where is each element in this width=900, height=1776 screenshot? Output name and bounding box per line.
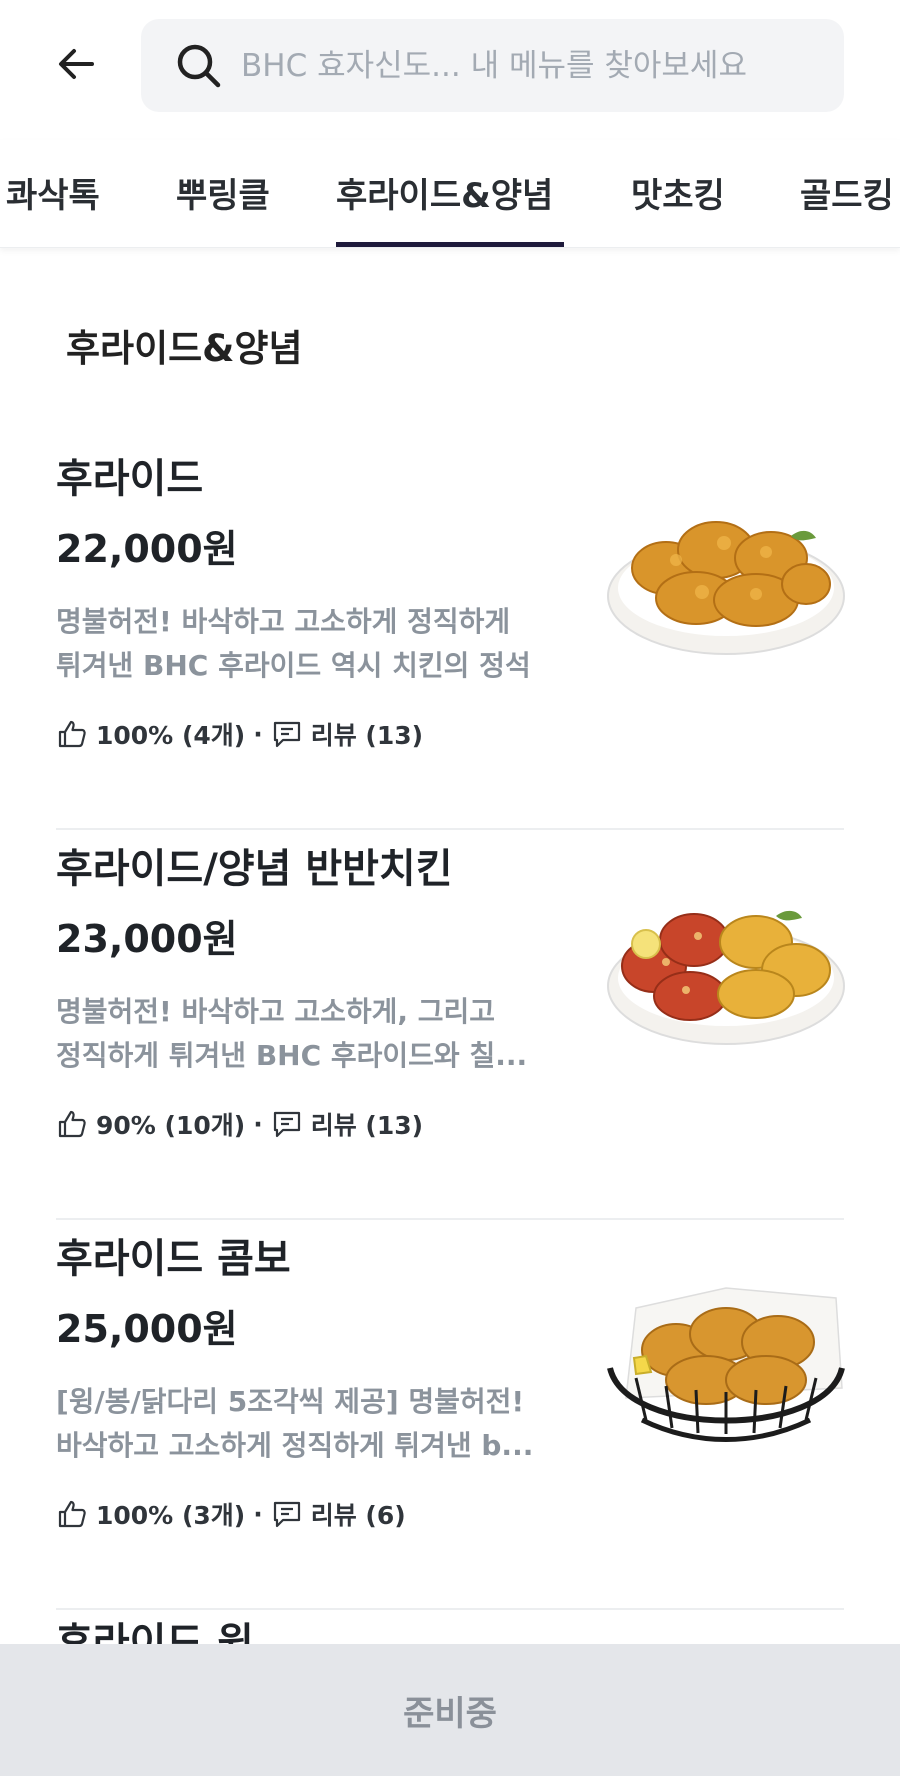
thumbs-up-icon <box>58 720 86 748</box>
review-count: 리뷰 (6) <box>310 1501 406 1530</box>
menu-item-stats: 100% (4개) · 리뷰 (13) <box>56 716 423 752</box>
tab-fried-yangnyeom[interactable]: 후라이드&양념 <box>336 140 564 247</box>
back-button[interactable] <box>44 32 108 96</box>
thumbs-up-icon <box>58 1110 86 1138</box>
section-title: 후라이드&양념 <box>66 327 303 370</box>
search-bar[interactable] <box>141 19 844 112</box>
search-input[interactable] <box>241 47 801 84</box>
order-status-bar[interactable]: 준비중 <box>0 1644 900 1776</box>
menu-item-name: 후라이드 콤보 <box>56 1236 291 1282</box>
chicken-basket-image <box>607 1287 845 1442</box>
comment-icon <box>273 1501 300 1528</box>
rating-text: 100% (3개) <box>96 1501 246 1530</box>
menu-item-price: 23,000원 <box>56 917 238 961</box>
category-tabs: 콰삭톡 뿌링클 후라이드&양념 맛초킹 골드킹 <box>0 140 900 248</box>
menu-item-description: 명불허전! 바삭하고 고소하게 정직하게 튀겨낸 BHC 후라이드 역시 치킨의… <box>56 605 531 682</box>
menu-item-stats: 100% (3개) · 리뷰 (6) <box>56 1496 406 1532</box>
review-count: 리뷰 (13) <box>310 721 424 750</box>
menu-item-description: 명불허전! 바삭하고 고소하게, 그리고 정직하게 튀겨낸 BHC 후라이드와 … <box>56 995 528 1072</box>
fried-chicken-image <box>607 521 845 655</box>
review-count: 리뷰 (13) <box>310 1111 424 1140</box>
tab-bburinkle[interactable]: 뿌링클 <box>176 140 270 247</box>
comment-icon <box>273 1111 300 1138</box>
thumbs-up-icon <box>58 1500 86 1528</box>
menu-item[interactable]: 후라이드 콤보 25,000원 [윙/봉/닭다리 5조각씩 제공] 명불허전! … <box>56 1220 845 1610</box>
rating-text: 100% (4개) <box>96 721 246 750</box>
search-icon <box>177 44 221 87</box>
half-half-chicken-image <box>607 910 845 1045</box>
arrow-left-icon <box>59 49 94 79</box>
order-status-label: 준비중 <box>403 1693 497 1734</box>
tab-matchoking[interactable]: 맛초킹 <box>631 140 725 247</box>
menu-item-name: 후라이드 <box>56 456 204 502</box>
tab-goldking[interactable]: 골드킹 <box>800 140 894 247</box>
menu-item-price: 25,000원 <box>56 1307 238 1351</box>
menu-item[interactable]: 후라이드/양념 반반치킨 23,000원 명불허전! 바삭하고 고소하게, 그리… <box>56 830 845 1220</box>
menu-item[interactable]: 후라이드 22,000원 명불허전! 바삭하고 고소하게 정직하게 튀겨낸 BH… <box>56 440 845 830</box>
menu-item-stats: 90% (10개) · 리뷰 (13) <box>56 1106 423 1142</box>
top-header <box>0 0 900 130</box>
menu-item-price: 22,000원 <box>56 527 238 571</box>
tab-kwasaktok[interactable]: 콰삭톡 <box>6 140 100 247</box>
menu-item-description: [윙/봉/닭다리 5조각씩 제공] 명불허전! 바삭하고 고소하게 정직하게 튀… <box>56 1385 534 1462</box>
comment-icon <box>273 721 300 748</box>
menu-item-name: 후라이드/양념 반반치킨 <box>56 846 453 892</box>
rating-text: 90% (10개) <box>96 1111 246 1140</box>
